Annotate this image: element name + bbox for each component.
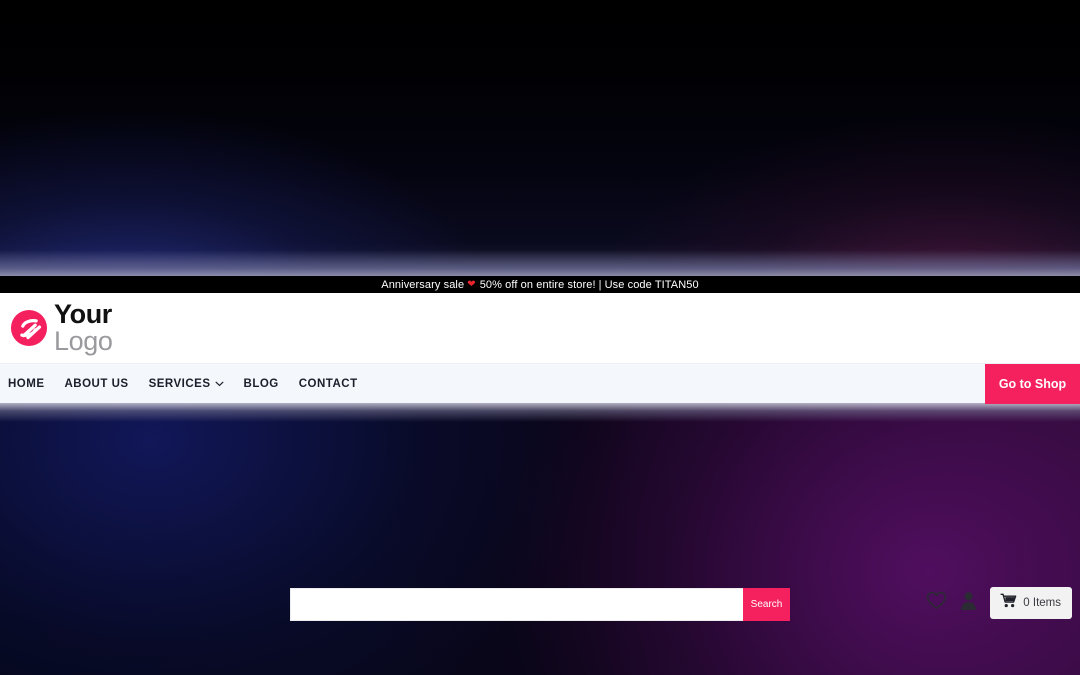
shopping-cart-icon [1000, 593, 1017, 613]
announcement-bar: Anniversary sale ❤ 50% off on entire sto… [0, 276, 1080, 293]
nav-item-label: HOME [8, 377, 45, 390]
nav-item-label: SERVICES [148, 377, 211, 390]
search-input[interactable] [290, 588, 743, 621]
announcement-text-before: Anniversary sale [381, 278, 465, 291]
account-button[interactable] [960, 591, 977, 616]
cart-button[interactable]: 0 Items [990, 587, 1072, 619]
site-logo[interactable]: Your Logo [10, 299, 113, 356]
nav-item-label: BLOG [243, 377, 279, 390]
header-actions: 0 Items [926, 587, 1072, 619]
user-icon [960, 591, 977, 616]
nav-item-label: CONTACT [298, 377, 358, 390]
wishlist-button[interactable] [926, 591, 947, 615]
chevron-down-icon [215, 378, 224, 390]
primary-navigation: HOME ABOUT US SERVICES BLOG CONTACT Go t… [0, 363, 1080, 404]
nav-item-services[interactable]: SERVICES [149, 378, 224, 390]
announcement-separator: | [598, 278, 602, 291]
nav-item-blog[interactable]: BLOG [244, 378, 279, 390]
hero-glow-band-top [0, 250, 1080, 276]
heart-emoji-icon: ❤ [467, 279, 476, 290]
brand-name-light: Logo [54, 326, 113, 356]
nav-item-home[interactable]: HOME [8, 378, 45, 390]
heart-outline-icon [926, 591, 947, 615]
nav-item-list: HOME ABOUT US SERVICES BLOG CONTACT [0, 378, 358, 390]
brand-name: Your Logo [54, 299, 113, 356]
nav-item-label: ABOUT US [64, 377, 129, 390]
site-header: Anniversary sale ❤ 50% off on entire sto… [0, 276, 1080, 621]
hero-background-bottom [0, 402, 1080, 675]
header-main-row: Your Logo [0, 293, 1080, 363]
search-form: Search [290, 588, 790, 621]
brand-swirl-icon [10, 309, 48, 347]
hero-glow-band-bottom [0, 402, 1080, 422]
search-button[interactable]: Search [743, 588, 790, 621]
announcement-text-middle: 50% off on entire store! [479, 278, 596, 291]
hero-background-top [0, 0, 1080, 276]
nav-item-contact[interactable]: CONTACT [299, 378, 358, 390]
go-to-shop-button[interactable]: Go to Shop [985, 364, 1080, 404]
cart-item-count-label: 0 Items [1023, 597, 1061, 609]
brand-name-bold: Your [54, 299, 112, 329]
nav-item-about-us[interactable]: ABOUT US [65, 378, 129, 390]
announcement-promo-code: Use code TITAN50 [604, 278, 699, 291]
